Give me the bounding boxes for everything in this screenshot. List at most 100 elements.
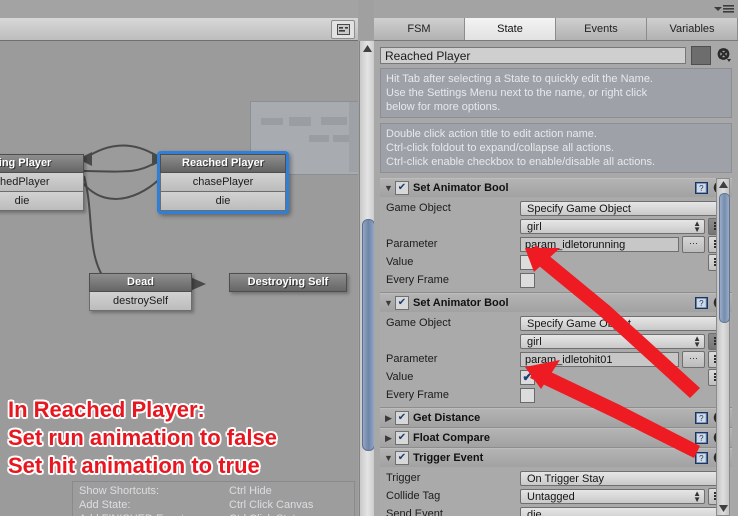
tab-variables[interactable]: Variables (647, 18, 738, 40)
unity-playmaker-window: sing Player chedPlayer die Reached Playe… (0, 0, 738, 516)
dropdown-value: On Trigger Stay (527, 472, 605, 485)
action-header[interactable]: ▶ ✔ Get Distance ? (380, 408, 732, 427)
state-node-transition[interactable]: die (160, 192, 286, 211)
action-get-distance[interactable]: ▶ ✔ Get Distance ? (380, 408, 732, 428)
help-line: Use the Settings Menu next to the name, … (386, 87, 648, 99)
field-trigger: Trigger On Trigger Stay ▲▼ (382, 469, 730, 487)
foldout-open-icon[interactable]: ▼ (382, 183, 395, 193)
help-book-icon[interactable]: ? (694, 296, 709, 310)
action-body: Game Object Specify Game Object ▲▼ (380, 197, 732, 292)
field-label: Parameter (386, 353, 438, 365)
every-frame-checkbox[interactable] (520, 272, 535, 288)
state-node-transition[interactable]: chedPlayer (0, 173, 84, 192)
scroll-up-icon[interactable] (719, 179, 728, 191)
field-label: Game Object (386, 317, 451, 329)
action-header[interactable]: ▶ ✔ Float Compare ? (380, 428, 732, 447)
dropdown-value: Specify Game Object (527, 317, 631, 330)
help-book-icon[interactable]: ? (694, 431, 709, 445)
scroll-up-icon[interactable] (360, 41, 375, 55)
action-set-animator-bool-2[interactable]: ▼ ✔ Set Animator Bool ? Game Object Spec… (380, 293, 732, 408)
object-value-dropdown[interactable]: girl ▲ ▼ (520, 333, 705, 349)
action-trigger-event[interactable]: ▼ ✔ Trigger Event ? Trigger On Trigger S… (380, 448, 732, 516)
action-header[interactable]: ▼ ✔ Set Animator Bool ? (380, 178, 732, 197)
field-every-frame: Every Frame (382, 271, 730, 289)
action-enabled-checkbox[interactable]: ✔ (395, 411, 409, 425)
inspector-scrollbar[interactable] (716, 178, 730, 516)
shortcut-key: Add FINISHED Event: (79, 512, 229, 516)
field-value: Value (382, 253, 730, 271)
state-help-box: Hit Tab after selecting a State to quick… (380, 68, 732, 118)
state-node-title: Dead (89, 273, 192, 292)
help-line: Double click action title to edit action… (386, 128, 597, 140)
help-book-icon[interactable]: ? (694, 181, 709, 195)
foldout-closed-icon[interactable]: ▶ (382, 413, 395, 424)
fsm-canvas[interactable]: sing Player chedPlayer die Reached Playe… (0, 41, 358, 516)
action-enabled-checkbox[interactable]: ✔ (395, 181, 409, 195)
field-label: Value (386, 256, 414, 268)
state-node-chasing-player[interactable]: sing Player chedPlayer die (0, 154, 84, 211)
foldout-closed-icon[interactable]: ▶ (382, 433, 395, 444)
action-title: Trigger Event (413, 452, 484, 464)
help-book-icon[interactable]: ? (694, 451, 709, 465)
gear-icon[interactable] (714, 47, 734, 64)
tab-state[interactable]: State (465, 18, 556, 40)
game-object-dropdown[interactable]: Specify Game Object ▲▼ (520, 200, 730, 216)
state-name-input[interactable]: Reached Player (380, 46, 686, 64)
action-enabled-checkbox[interactable]: ✔ (395, 431, 409, 445)
tab-events[interactable]: Events (556, 18, 647, 40)
field-game-object-value: girl ▲ ▼ (382, 217, 730, 235)
value-checkbox[interactable]: ✔ (520, 369, 535, 385)
state-node-dead[interactable]: Dead destroySelf (89, 273, 192, 311)
shortcut-row: Add FINISHED Event: Ctrl Click State (79, 512, 348, 516)
chevron-updown-icon: ▲▼ (693, 218, 701, 234)
field-label: Parameter (386, 238, 438, 250)
tab-fsm[interactable]: FSM (374, 18, 465, 40)
state-node-transition[interactable]: destroySelf (89, 292, 192, 311)
state-node-transition[interactable]: die (0, 192, 84, 211)
state-node-transition[interactable]: chasePlayer (160, 173, 286, 192)
action-body: Game Object Specify Game Object ▲▼ (380, 312, 732, 407)
state-node-destroying-self[interactable]: Destroying Self (229, 273, 347, 292)
browse-parameter-button[interactable]: ⋯ (682, 350, 705, 368)
scroll-down-icon[interactable] (719, 503, 728, 515)
foldout-open-icon[interactable]: ▼ (382, 298, 395, 308)
foldout-open-icon[interactable]: ▼ (382, 453, 395, 463)
view-options-icon[interactable] (331, 20, 355, 39)
graph-toolbar[interactable] (0, 18, 358, 41)
action-header[interactable]: ▼ ✔ Trigger Event ? (380, 448, 732, 467)
action-title: Float Compare (413, 432, 491, 444)
value-checkbox[interactable] (520, 254, 535, 270)
send-event-dropdown[interactable]: die ▲▼ (520, 506, 730, 516)
parameter-input[interactable]: param_idletohit01 (520, 351, 679, 367)
help-book-icon[interactable]: ? (694, 411, 709, 425)
shortcuts-panel: Show Shortcuts: Ctrl Hide Add State: Ctr… (72, 481, 355, 516)
object-value-dropdown[interactable]: girl ▲ ▼ (520, 218, 705, 234)
dropdown-value: die (527, 508, 542, 516)
action-enabled-checkbox[interactable]: ✔ (395, 296, 409, 310)
window-menu-icon[interactable] (708, 3, 734, 15)
svg-text:?: ? (699, 454, 704, 463)
action-set-animator-bool-1[interactable]: ▼ ✔ Set Animator Bool ? Game Object Spec… (380, 178, 732, 293)
action-title: Set Animator Bool (413, 297, 509, 309)
collide-tag-dropdown[interactable]: Untagged ▲ ▼ (520, 488, 705, 504)
dropdown-value: girl (527, 220, 542, 233)
action-enabled-checkbox[interactable]: ✔ (395, 451, 409, 465)
field-send-event: Send Event die ▲▼ (382, 505, 730, 516)
state-color-swatch[interactable] (691, 45, 711, 65)
shortcut-value: Ctrl Click Canvas (229, 499, 314, 511)
trigger-dropdown[interactable]: On Trigger Stay ▲▼ (520, 470, 730, 486)
state-node-title: sing Player (0, 154, 84, 173)
inspector-scrollbar-thumb[interactable] (719, 193, 730, 323)
action-header[interactable]: ▼ ✔ Set Animator Bool ? (380, 293, 732, 312)
field-label: Trigger (386, 472, 421, 484)
state-node-reached-player[interactable]: Reached Player chasePlayer die (157, 151, 289, 214)
fsm-graph-pane[interactable]: sing Player chedPlayer die Reached Playe… (0, 0, 358, 516)
browse-parameter-button[interactable]: ⋯ (682, 235, 705, 253)
action-float-compare[interactable]: ▶ ✔ Float Compare ? (380, 428, 732, 448)
svg-text:?: ? (699, 184, 704, 193)
parameter-input[interactable]: param_idletorunning (520, 236, 679, 252)
inspector-tabbar[interactable]: FSM State Events Variables (374, 18, 738, 41)
shortcut-row: Show Shortcuts: Ctrl Hide (79, 484, 348, 498)
game-object-dropdown[interactable]: Specify Game Object ▲▼ (520, 315, 730, 331)
every-frame-checkbox[interactable] (520, 387, 535, 403)
